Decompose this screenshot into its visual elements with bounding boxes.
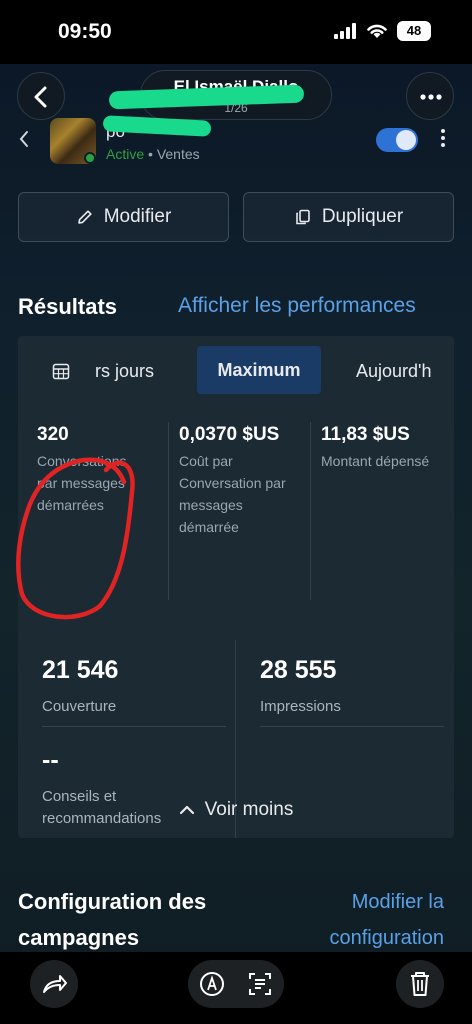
- status-separator: •: [144, 146, 157, 162]
- cost-per-conversation-label: Coût par Conversation par messages démar…: [179, 453, 286, 535]
- tab-maximum[interactable]: Maximum: [197, 346, 321, 394]
- see-less-button[interactable]: Voir moins: [18, 786, 454, 834]
- battery-indicator: 48: [397, 21, 431, 41]
- cost-per-conversation-value: 0,0370 $US: [179, 424, 280, 445]
- duplicate-label: Dupliquer: [321, 206, 404, 227]
- text-scan-icon[interactable]: [246, 970, 274, 998]
- divider: [260, 726, 444, 727]
- wifi-icon: [367, 24, 387, 38]
- divider: [42, 726, 226, 727]
- share-icon: [43, 975, 67, 993]
- signal-icon: [334, 23, 356, 39]
- ad-status: Active • Ventes: [106, 146, 200, 162]
- impressions-value: 28 555: [260, 656, 337, 684]
- amount-spent-label: Montant dépensé: [321, 453, 430, 469]
- duplicate-button[interactable]: Dupliquer: [243, 192, 454, 242]
- chevron-up-icon: [179, 805, 194, 815]
- reach-label: Couverture: [42, 698, 117, 715]
- status-bar: 09:50 48: [0, 0, 472, 64]
- back-button[interactable]: [17, 72, 65, 120]
- date-range-tabs: rs jours Maximum Aujourd'h: [18, 344, 454, 396]
- ad-back-button[interactable]: [18, 130, 30, 154]
- ad-objective: Ventes: [156, 146, 200, 162]
- share-button[interactable]: [30, 960, 78, 1008]
- amount-spent-value: 11,83 $US: [321, 424, 410, 445]
- active-status-dot: [84, 152, 96, 164]
- status-active: Active: [106, 146, 145, 162]
- more-vertical-icon: [441, 129, 445, 147]
- ad-more-button[interactable]: [440, 128, 446, 152]
- delete-button[interactable]: [396, 960, 444, 1008]
- calendar-icon: [52, 363, 70, 380]
- pencil-icon: [77, 210, 92, 224]
- screenshot-toolbar: [0, 952, 472, 1024]
- results-heading: Résultats: [18, 294, 118, 319]
- see-less-label: Voir moins: [204, 799, 294, 820]
- more-options-button[interactable]: [406, 72, 454, 120]
- more-horizontal-icon: [420, 94, 442, 100]
- duplicate-icon: [296, 209, 310, 225]
- view-performance-link[interactable]: Afficher les performances: [178, 294, 416, 318]
- tab-last-days[interactable]: rs jours: [95, 361, 154, 382]
- campaign-configuration-heading: Configuration des campagnes: [18, 889, 207, 950]
- tab-today[interactable]: Aujourd'h: [356, 361, 432, 382]
- trash-icon: [411, 972, 429, 996]
- conversations-value: 320: [37, 424, 69, 445]
- reach-value: 21 546: [42, 656, 119, 684]
- conversations-label: Conversations par messages démarrées: [37, 453, 127, 513]
- edit-tools-pill: [188, 960, 284, 1008]
- results-card: rs jours Maximum Aujourd'h 320 Conversat…: [18, 336, 454, 838]
- markup-icon[interactable]: [198, 970, 226, 998]
- divider: [168, 422, 169, 600]
- edit-label: Modifier: [103, 206, 172, 227]
- ad-active-toggle[interactable]: [376, 128, 418, 152]
- impressions-label: Impressions: [260, 698, 341, 715]
- edit-configuration-link[interactable]: Modifier la configuration: [300, 884, 444, 956]
- status-time: 09:50: [58, 20, 112, 43]
- ad-detail-screen: El Ismaël Diallo 1/26 po Active • Ventes…: [0, 64, 472, 960]
- chevron-left-icon: [19, 131, 28, 147]
- tips-value: --: [42, 746, 59, 774]
- chevron-left-icon: [34, 86, 47, 108]
- divider: [310, 422, 311, 600]
- edit-button[interactable]: Modifier: [18, 192, 229, 242]
